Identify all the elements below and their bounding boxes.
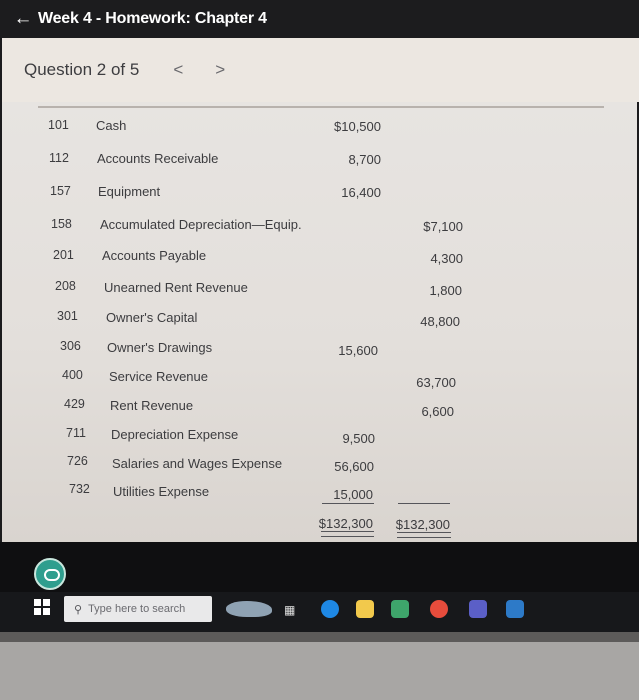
account-name: Accumulated Depreciation—Equip.	[100, 217, 302, 232]
account-name: Equipment	[98, 184, 161, 199]
account-number: 400	[62, 368, 83, 382]
account-number: 112	[49, 151, 69, 165]
file-explorer-icon[interactable]	[356, 600, 374, 618]
credit-amount: 4,300	[430, 251, 463, 266]
debit-amount: 56,600	[334, 459, 374, 474]
teams-icon[interactable]	[469, 600, 487, 618]
account-number: 306	[60, 339, 81, 353]
monitor-bezel-shadow	[0, 632, 639, 642]
account-name: Owner's Drawings	[107, 340, 213, 355]
search-icon: ⚲	[74, 603, 83, 616]
taskbar-search-box[interactable]: ⚲ Type here to search	[64, 596, 212, 622]
title-bar: ← Week 4 - Homework: Chapter 4	[0, 0, 639, 38]
debit-amount: 15,600	[338, 343, 378, 358]
account-name: Rent Revenue	[110, 398, 194, 413]
question-nav-bar: Question 2 of 5 < >	[2, 38, 639, 102]
account-number: 726	[67, 454, 88, 468]
account-number: 158	[51, 217, 72, 231]
debit-amount: 16,400	[341, 185, 381, 200]
account-name: Utilities Expense	[113, 484, 210, 499]
table-top-rule	[38, 106, 604, 108]
question-content	[2, 102, 637, 542]
credit-subtotal-rule	[398, 503, 450, 504]
account-name: Salaries and Wages Expense	[112, 456, 283, 471]
edge-icon[interactable]	[321, 600, 339, 618]
store-icon[interactable]	[391, 600, 409, 618]
account-number: 157	[50, 184, 71, 198]
credit-amount: 6,600	[421, 404, 454, 419]
account-number: 101	[48, 118, 69, 132]
account-number: 208	[55, 279, 76, 293]
screen-bottom-band	[0, 542, 639, 592]
debit-amount: 15,000	[333, 487, 373, 502]
credit-amount: 1,800	[429, 283, 462, 298]
account-name: Unearned Rent Revenue	[104, 280, 248, 295]
credit-total-double-rule	[397, 532, 451, 538]
windows-start-icon[interactable]	[34, 599, 50, 615]
account-number: 711	[66, 426, 86, 440]
total-credit: $132,300	[395, 517, 450, 532]
account-number: 201	[53, 248, 74, 262]
account-name: Service Revenue	[109, 369, 208, 384]
next-question-icon[interactable]: >	[215, 60, 225, 80]
total-debit: $132,300	[318, 516, 373, 531]
credit-amount: 63,700	[416, 375, 456, 390]
credit-amount: 48,800	[420, 314, 460, 329]
credit-amount: $7,100	[423, 219, 463, 234]
chrome-icon[interactable]	[430, 600, 448, 618]
mail-icon[interactable]	[506, 600, 524, 618]
task-view-icon[interactable]: ▦	[284, 603, 296, 617]
account-name: Accounts Receivable	[97, 151, 219, 166]
help-chat-icon[interactable]	[34, 558, 66, 590]
debit-amount: $10,500	[334, 119, 381, 134]
debit-total-double-rule	[321, 531, 374, 537]
account-name: Cash	[96, 118, 127, 133]
question-counter[interactable]: Question 2 of 5	[24, 60, 139, 80]
account-number: 429	[64, 397, 85, 411]
desk-surface	[0, 632, 639, 700]
search-placeholder: Type here to search	[88, 603, 186, 615]
account-number: 301	[57, 309, 78, 323]
debit-subtotal-rule	[322, 503, 374, 504]
previous-question-icon[interactable]: <	[173, 60, 183, 80]
account-name: Depreciation Expense	[111, 427, 239, 442]
account-number: 732	[69, 482, 90, 496]
debit-amount: 9,500	[342, 431, 375, 446]
back-arrow-icon[interactable]: ←	[8, 8, 38, 30]
page-title: Week 4 - Homework: Chapter 4	[38, 10, 267, 27]
debit-amount: 8,700	[348, 152, 381, 167]
account-name: Accounts Payable	[102, 248, 207, 263]
cortana-doodle-icon[interactable]	[226, 601, 272, 617]
account-name: Owner's Capital	[106, 310, 198, 325]
